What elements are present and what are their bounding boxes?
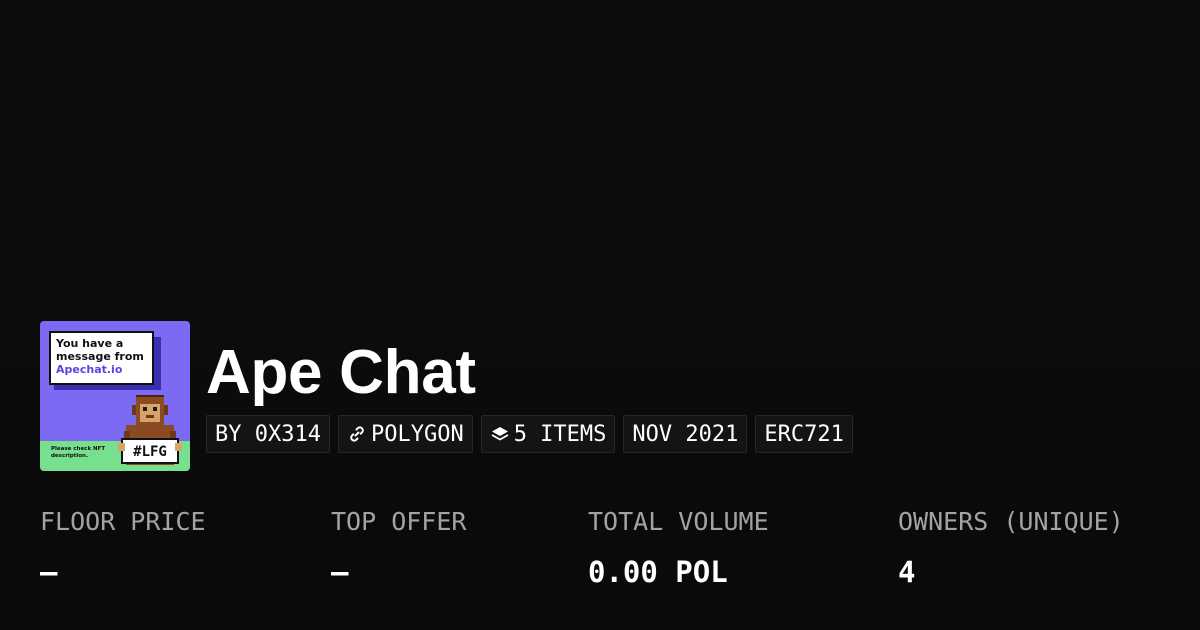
stat-label: FLOOR PRICE: [40, 507, 206, 536]
stat-owners-unique: OWNERS (UNIQUE) 4: [898, 505, 1124, 589]
chain-pill[interactable]: POLYGON: [337, 415, 473, 453]
stat-total-volume: TOTAL VOLUME 0.00 POL: [588, 505, 769, 589]
stat-value: 0.00 POL: [588, 555, 728, 589]
bubble-brand: Apechat.io: [56, 363, 123, 376]
stat-top-offer: TOP OFFER –: [331, 505, 466, 589]
layers-icon: [490, 424, 510, 444]
stat-value: –: [331, 555, 349, 589]
bubble-line: message from: [56, 350, 144, 363]
collection-card: You have a message from Apechat.io Pleas…: [0, 0, 1200, 630]
collection-image[interactable]: You have a message from Apechat.io Pleas…: [40, 321, 190, 471]
stat-label: TOP OFFER: [331, 507, 467, 536]
creator-pill[interactable]: BY 0X314: [206, 415, 330, 453]
items-label: 5 ITEMS: [513, 421, 607, 447]
token-standard-pill[interactable]: ERC721: [755, 415, 853, 453]
stat-value: 4: [898, 555, 916, 589]
items-pill[interactable]: 5 ITEMS: [480, 415, 616, 453]
created-date-pill[interactable]: NOV 2021: [623, 415, 748, 453]
image-note: Please check NFT description.: [51, 446, 106, 459]
stat-floor-price: FLOOR PRICE –: [40, 505, 206, 589]
sign-text: #LFG: [133, 444, 167, 460]
speech-bubble: You have a message from Apechat.io: [49, 331, 154, 385]
stat-label: OWNERS (UNIQUE): [898, 507, 1124, 536]
bubble-line: You have a: [56, 337, 124, 350]
token-standard-label: ERC721: [764, 421, 844, 447]
creator-label: BY 0X314: [215, 421, 321, 447]
chain-link-icon: [347, 424, 367, 444]
collection-tags: BY 0X314 POLYGON 5 ITEMS NOV 2021 ERC721: [206, 415, 853, 453]
stat-label: TOTAL VOLUME: [588, 507, 769, 536]
ape-icon: #LFG: [118, 395, 182, 465]
stat-value: –: [40, 555, 58, 589]
collection-title: Ape Chat: [206, 338, 476, 407]
chain-label: POLYGON: [370, 421, 464, 447]
created-date-label: NOV 2021: [632, 421, 739, 447]
